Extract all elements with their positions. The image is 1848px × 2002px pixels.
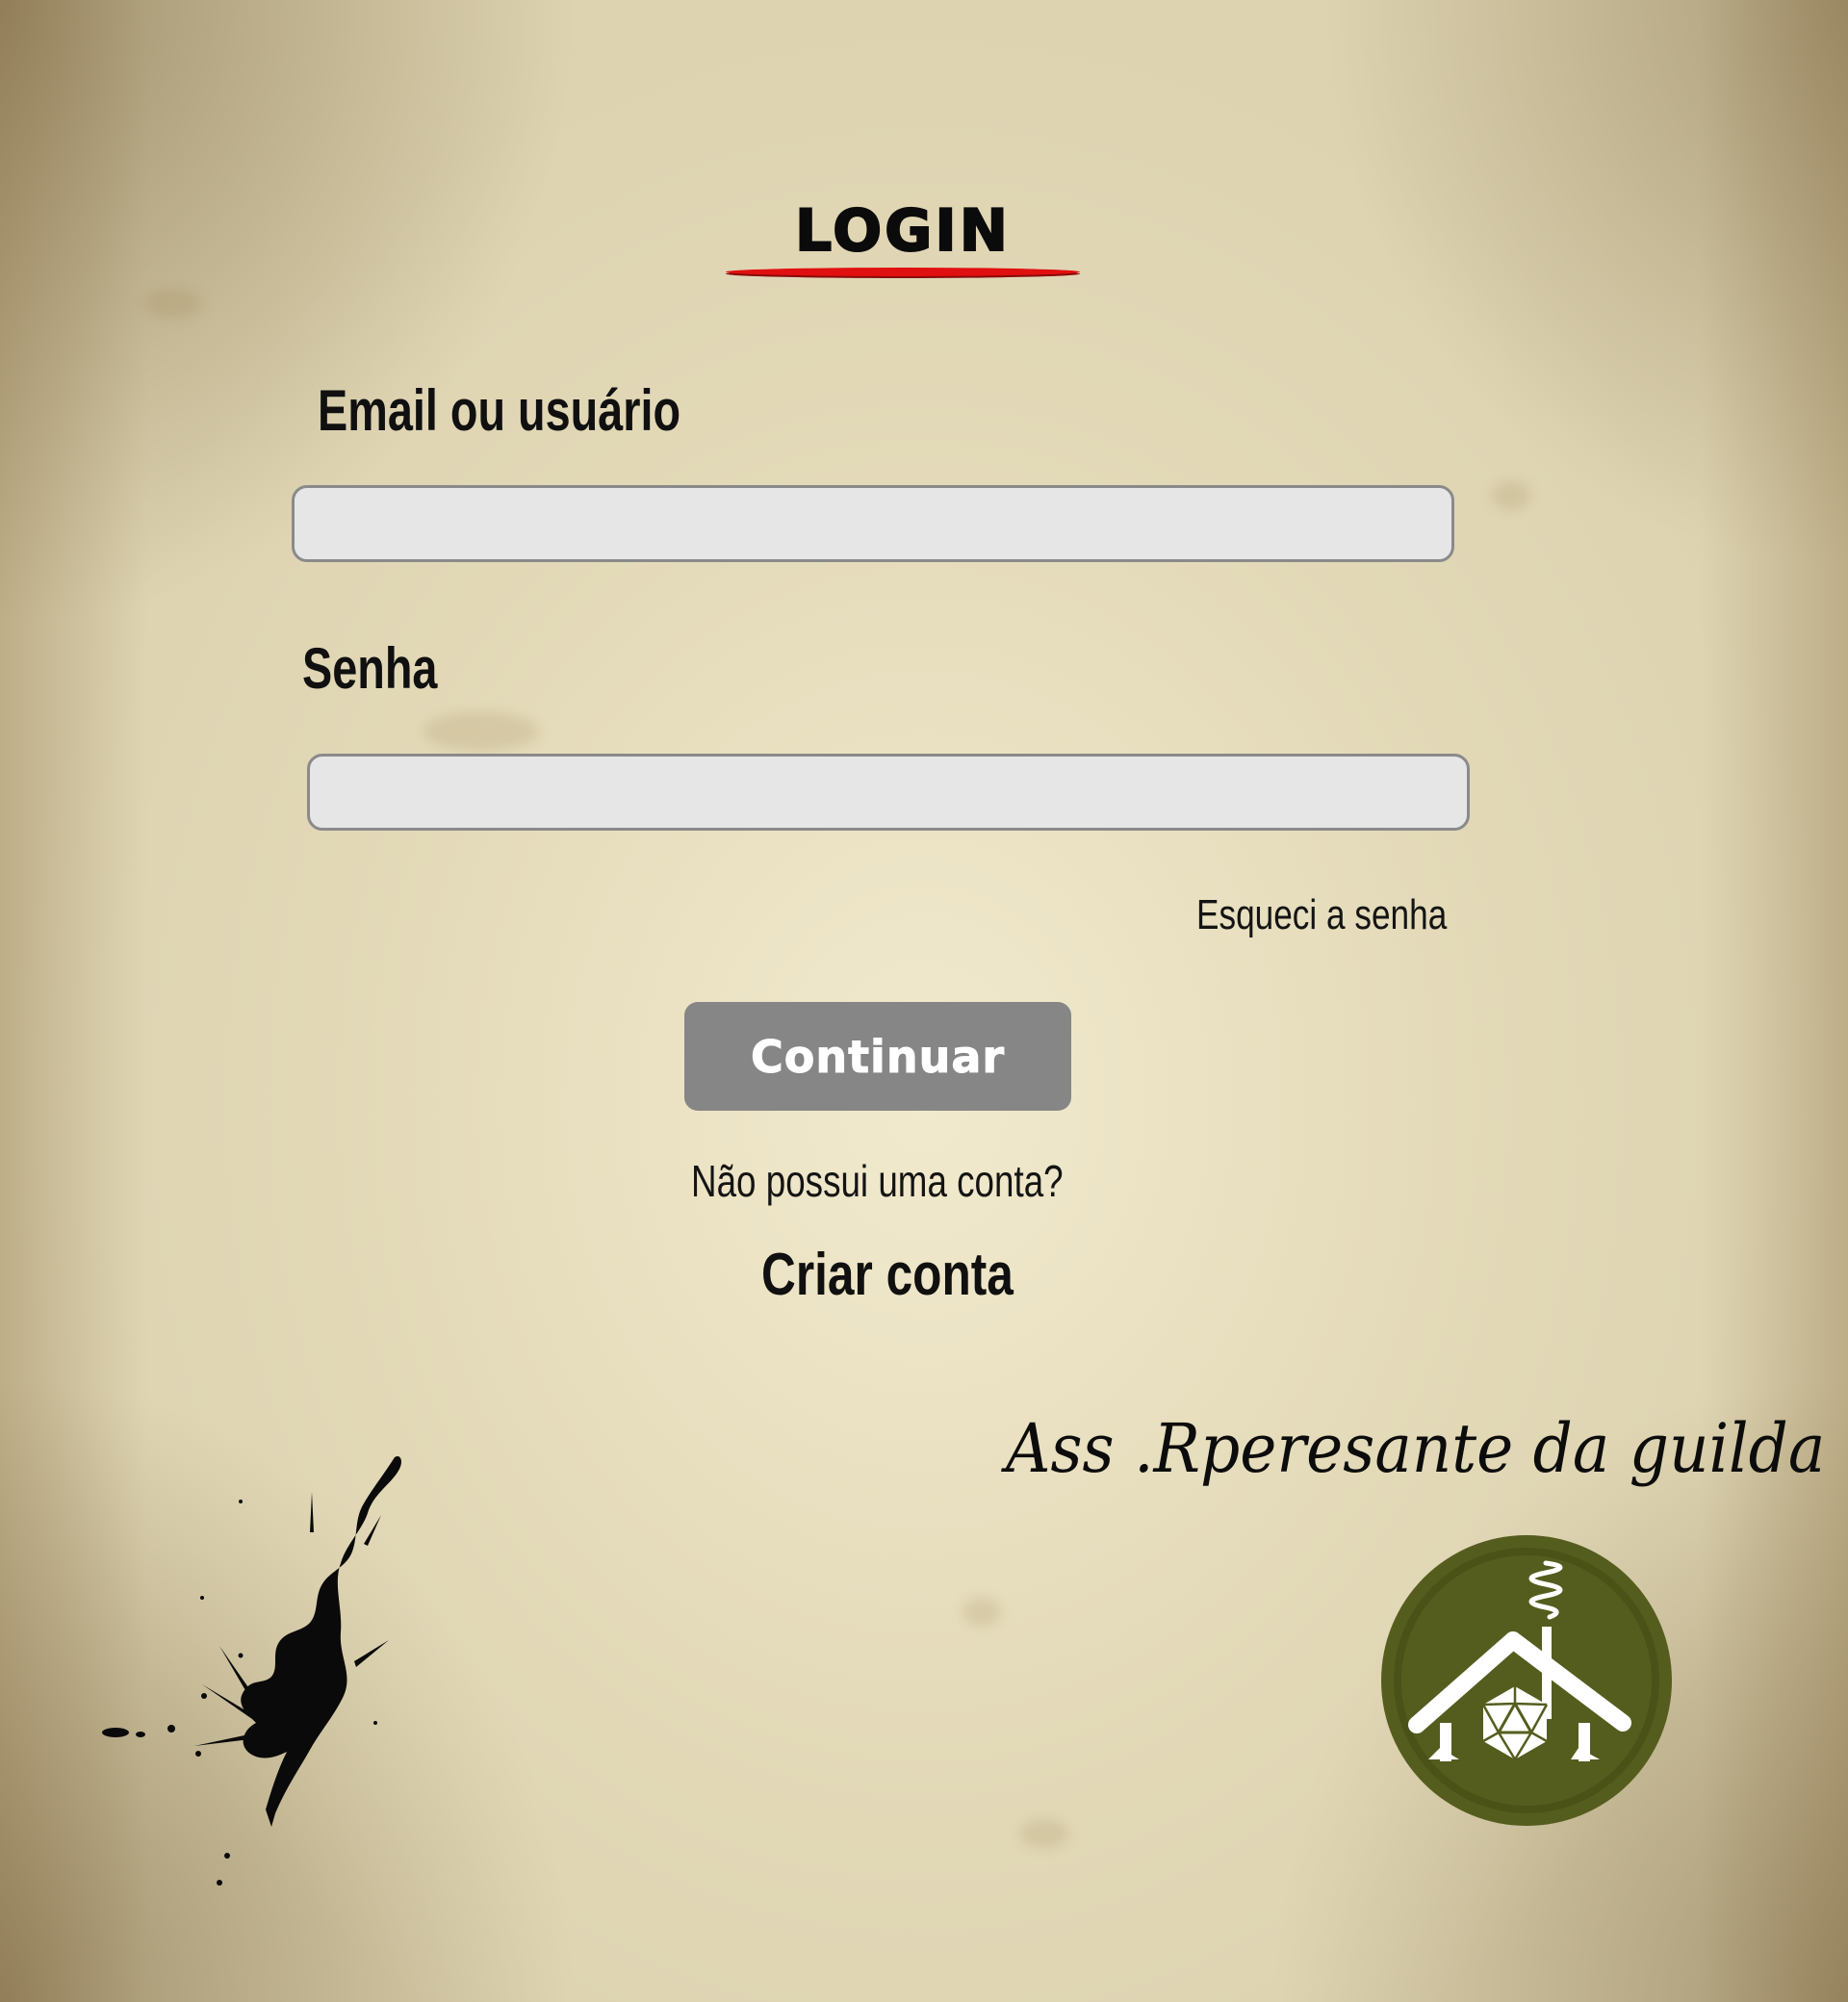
password-label: Senha	[302, 636, 438, 701]
email-label: Email ou usuário	[318, 378, 681, 443]
create-account-link[interactable]: Criar conta	[761, 1241, 1014, 1309]
guild-house-d20-logo-icon	[1381, 1535, 1672, 1826]
page-title: LOGIN	[794, 196, 1011, 266]
email-input[interactable]	[292, 485, 1454, 562]
no-account-prompt: Não possui uma conta?	[691, 1156, 1064, 1206]
stain-decoration	[144, 289, 202, 318]
guild-signature: Ass .Rperesante da guilda	[1006, 1409, 1826, 1488]
stain-decoration	[424, 712, 539, 751]
continue-button[interactable]: Continuar	[684, 1002, 1071, 1111]
stain-decoration	[1020, 1819, 1068, 1848]
title-block: LOGIN	[724, 192, 1082, 279]
stain-decoration	[1492, 481, 1530, 510]
password-input[interactable]	[307, 754, 1470, 831]
stain-decoration	[962, 1598, 1001, 1627]
title-underline	[726, 268, 1080, 276]
ink-splatter-icon	[102, 1455, 401, 1886]
forgot-password-link[interactable]: Esqueci a senha	[1196, 891, 1447, 939]
